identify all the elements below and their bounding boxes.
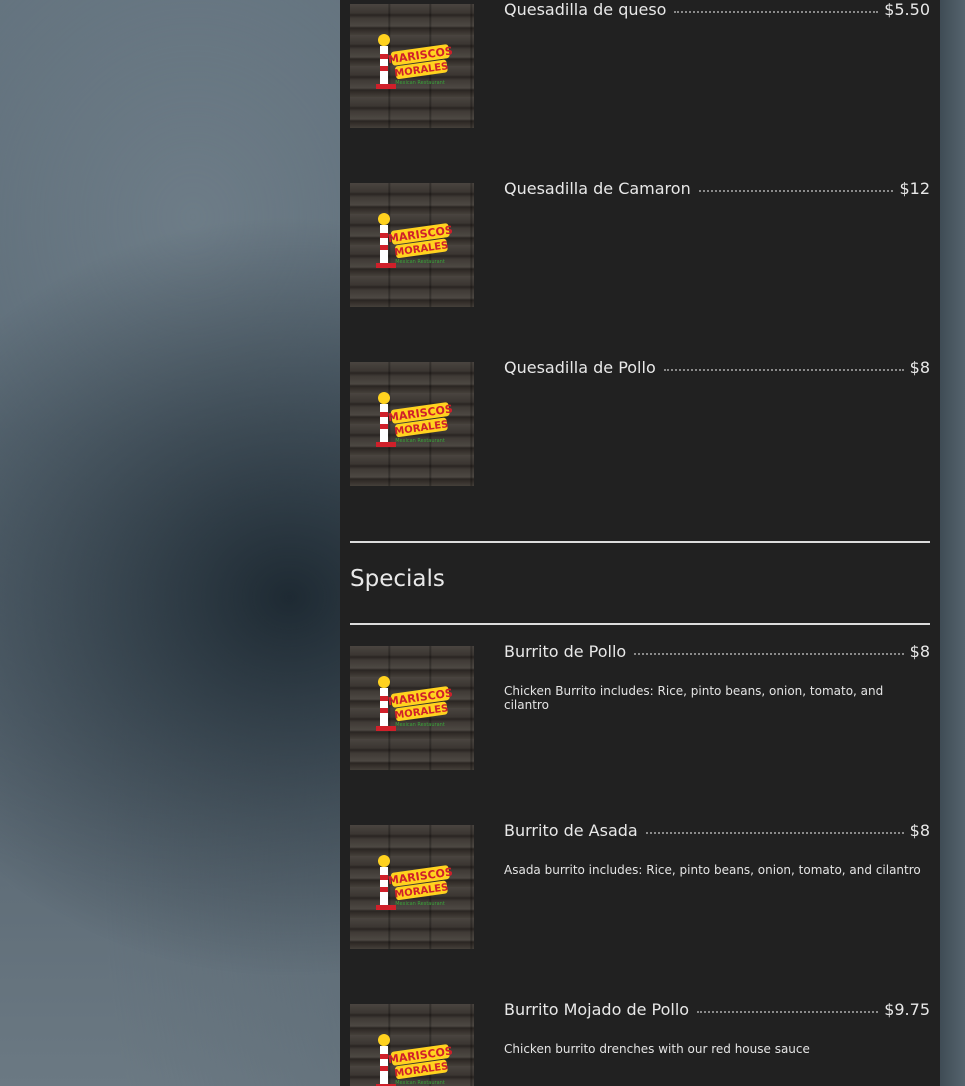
menu-item: MARISCOS MORALES Mexican Restaurant Ques…	[350, 179, 930, 307]
item-description: Chicken Burrito includes: Rice, pinto be…	[504, 684, 884, 712]
mariscos-morales-logo: MARISCOS MORALES Mexican Restaurant	[376, 676, 452, 731]
menu-item: MARISCOS MORALES Mexican Restaurant Burr…	[350, 1000, 930, 1086]
item-thumbnail[interactable]: MARISCOS MORALES Mexican Restaurant	[350, 4, 474, 128]
item-description: Asada burrito includes: Rice, pinto bean…	[504, 863, 921, 877]
item-description: Chicken burrito drenches with our red ho…	[504, 1042, 810, 1056]
item-line: Burrito Mojado de Pollo $9.75	[504, 1000, 930, 1032]
svg-text:Mexican Restaurant: Mexican Restaurant	[395, 438, 445, 444]
item-info: Burrito Mojado de Pollo $9.75 Chicken bu…	[504, 1000, 930, 1056]
item-name: Burrito de Asada	[504, 821, 638, 840]
item-info: Burrito de Asada $8 Asada burrito includ…	[504, 821, 930, 877]
svg-text:Mexican Restaurant: Mexican Restaurant	[395, 901, 445, 907]
mariscos-morales-logo: MARISCOS MORALES Mexican Restaurant	[376, 213, 452, 268]
leader-dots	[645, 832, 904, 834]
item-name: Burrito Mojado de Pollo	[504, 1000, 690, 1019]
mariscos-morales-logo: MARISCOS MORALES Mexican Restaurant	[376, 855, 452, 910]
menu-item: MARISCOS MORALES Mexican Restaurant Ques…	[350, 0, 930, 128]
item-name: Quesadilla de queso	[504, 0, 667, 19]
item-info: Quesadilla de Camaron $12	[504, 179, 930, 211]
menu-item: MARISCOS MORALES Mexican Restaurant Burr…	[350, 642, 930, 770]
section-divider-bottom	[350, 623, 930, 625]
leader-dots	[663, 369, 904, 371]
item-price: $8	[909, 821, 930, 840]
leader-dots	[674, 11, 879, 13]
leader-dots	[697, 1011, 879, 1013]
leader-dots	[698, 190, 894, 192]
item-name: Burrito de Pollo	[504, 642, 627, 661]
item-price: $8	[909, 642, 930, 661]
item-price: $5.50	[884, 0, 930, 19]
item-price: $12	[899, 179, 930, 198]
item-thumbnail[interactable]: MARISCOS MORALES Mexican Restaurant	[350, 646, 474, 770]
svg-text:Mexican Restaurant: Mexican Restaurant	[395, 80, 445, 86]
item-line: Burrito de Pollo $8	[504, 642, 930, 674]
item-name: Quesadilla de Pollo	[504, 358, 656, 377]
section-divider-top	[350, 541, 930, 543]
mariscos-morales-logo: MARISCOS MORALES Mexican Restaurant	[376, 392, 452, 447]
item-line: Quesadilla de queso $5.50	[504, 0, 930, 32]
item-thumbnail[interactable]: MARISCOS MORALES Mexican Restaurant	[350, 1004, 474, 1086]
item-price: $9.75	[884, 1000, 930, 1019]
item-thumbnail[interactable]: MARISCOS MORALES Mexican Restaurant	[350, 183, 474, 307]
leader-dots	[634, 653, 904, 655]
background-edge	[940, 0, 965, 1086]
item-price: $8	[909, 358, 930, 377]
mariscos-morales-logo: MARISCOS MORALES Mexican Restaurant	[376, 1034, 452, 1086]
menu-item: MARISCOS MORALES Mexican Restaurant Burr…	[350, 821, 930, 949]
item-line: Quesadilla de Pollo $8	[504, 358, 930, 390]
item-thumbnail[interactable]: MARISCOS MORALES Mexican Restaurant	[350, 825, 474, 949]
menu-item: MARISCOS MORALES Mexican Restaurant Ques…	[350, 358, 930, 486]
item-info: Quesadilla de Pollo $8	[504, 358, 930, 390]
item-name: Quesadilla de Camaron	[504, 179, 691, 198]
item-thumbnail[interactable]: MARISCOS MORALES Mexican Restaurant	[350, 362, 474, 486]
item-info: Quesadilla de queso $5.50	[504, 0, 930, 32]
mariscos-morales-logo: MARISCOS MORALES Mexican Restaurant	[376, 34, 452, 89]
svg-text:Mexican Restaurant: Mexican Restaurant	[395, 1080, 445, 1086]
svg-text:Mexican Restaurant: Mexican Restaurant	[395, 722, 445, 728]
svg-text:Mexican Restaurant: Mexican Restaurant	[395, 259, 445, 265]
section-title: Specials	[350, 566, 445, 592]
item-line: Quesadilla de Camaron $12	[504, 179, 930, 211]
item-info: Burrito de Pollo $8 Chicken Burrito incl…	[504, 642, 930, 712]
menu-panel: MARISCOS MORALES Mexican Restaurant Ques…	[340, 0, 940, 1086]
item-line: Burrito de Asada $8	[504, 821, 930, 853]
